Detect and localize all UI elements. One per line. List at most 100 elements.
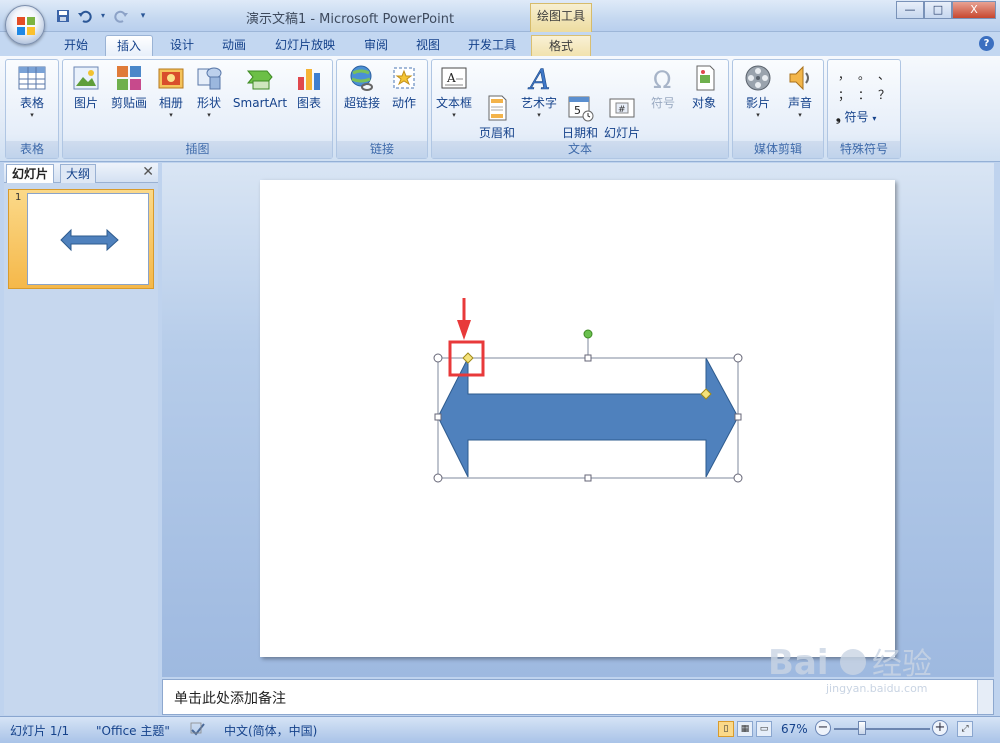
chart-icon: [294, 63, 324, 93]
group-label-links: 链接: [337, 141, 427, 158]
textbox-button[interactable]: A 文本框 ▾: [434, 63, 474, 120]
zoom-in-button[interactable]: +: [932, 720, 948, 736]
chart-label: 图表: [296, 96, 321, 110]
resize-handle-top-left[interactable]: [433, 353, 443, 363]
special-symbol-button[interactable]: ❟ 符号 ▾: [836, 108, 876, 125]
picture-icon: [71, 63, 101, 93]
zoom-out-button[interactable]: −: [815, 720, 831, 736]
slide-number-icon: #: [607, 78, 637, 118]
resize-handle-top[interactable]: [584, 354, 592, 362]
omega-icon: Ω: [648, 63, 678, 94]
zoom-slider-thumb[interactable]: [858, 721, 866, 735]
table-button[interactable]: 表格 ▾: [12, 63, 52, 120]
thumbnail-arrow-shape: [60, 228, 119, 252]
tab-outline[interactable]: 大纲: [60, 164, 97, 183]
notes-placeholder: 单击此处添加备注: [174, 691, 286, 707]
slide-shapes: [433, 298, 743, 483]
notes-scrollbar[interactable]: [977, 680, 993, 714]
baidu-watermark-logo: Bai 经验 jingyan.baidu.com: [768, 634, 978, 695]
action-icon: [389, 63, 419, 93]
zoom-slider-track[interactable]: [834, 728, 930, 730]
group-links: 超链接 动作 链接: [336, 59, 428, 159]
svg-text:5: 5: [574, 104, 581, 117]
minimize-button[interactable]: —: [896, 1, 924, 19]
hyperlink-button[interactable]: 超链接: [341, 63, 383, 111]
symbol-question[interactable]: ？: [878, 86, 890, 103]
symbol-colon[interactable]: ：: [858, 86, 870, 103]
maximize-button[interactable]: □: [924, 1, 952, 19]
wordart-label: 艺术字: [520, 96, 557, 110]
slideshow-view-button[interactable]: ▭: [756, 721, 772, 737]
object-button[interactable]: 对象: [684, 63, 724, 111]
symbol-period[interactable]: 。: [858, 66, 870, 83]
fit-to-window-button[interactable]: ⤢: [957, 721, 973, 737]
table-label: 表格: [19, 96, 44, 110]
group-label-media: 媒体剪辑: [733, 141, 823, 158]
sound-label: 声音: [787, 96, 812, 110]
object-label: 对象: [691, 96, 716, 110]
slide[interactable]: [260, 180, 895, 657]
hyperlink-label: 超链接: [343, 96, 380, 110]
tab-slides[interactable]: 幻灯片: [6, 164, 55, 183]
symbol-semicolon[interactable]: ；: [838, 86, 850, 103]
tab-developer[interactable]: 开发工具: [460, 35, 524, 56]
wordart-button[interactable]: A 艺术字 ▾: [520, 63, 558, 120]
film-reel-icon: [743, 63, 773, 93]
tab-format[interactable]: 格式: [531, 35, 591, 56]
window-title: 演示文稿1 - Microsoft PowerPoint: [245, 12, 455, 27]
shapes-button[interactable]: 形状 ▾: [191, 63, 227, 120]
symbol-enumeration-comma[interactable]: 、: [878, 66, 890, 83]
rotation-handle[interactable]: [583, 329, 593, 339]
dropdown-arrow-icon: ▾: [30, 111, 34, 119]
movie-button[interactable]: 影片 ▾: [737, 63, 779, 120]
action-button[interactable]: 动作: [385, 63, 423, 111]
tab-animations[interactable]: 动画: [212, 35, 256, 56]
tab-slideshow[interactable]: 幻灯片放映: [266, 35, 344, 56]
chart-button[interactable]: 图表: [291, 63, 327, 111]
panel-tabs: 幻灯片 大纲 ✕: [4, 163, 158, 183]
album-button[interactable]: 相册 ▾: [153, 63, 189, 120]
svg-text:#: #: [618, 105, 626, 115]
symbol-comma[interactable]: ，: [838, 66, 850, 83]
symbol-button[interactable]: Ω 符号: [644, 63, 682, 111]
slide-thumbnail-item[interactable]: 1: [8, 189, 154, 289]
slide-sorter-view-button[interactable]: ▦: [737, 721, 753, 737]
drawing-tools-context-tab: 绘图工具: [530, 3, 592, 32]
smartart-button[interactable]: SmartArt: [231, 63, 289, 111]
tab-design[interactable]: 设计: [160, 35, 204, 56]
resize-handle-top-right[interactable]: [733, 353, 743, 363]
editing-canvas: [162, 163, 994, 677]
sound-button[interactable]: 声音 ▾: [781, 63, 819, 120]
adjustment-handle-head[interactable]: [462, 352, 474, 364]
picture-button[interactable]: 图片: [67, 63, 105, 111]
smartart-label: SmartArt: [232, 96, 288, 110]
zoom-level[interactable]: 67%: [781, 722, 808, 736]
resize-handle-bottom[interactable]: [584, 474, 592, 482]
tab-review[interactable]: 审阅: [354, 35, 398, 56]
textbox-label: 文本框: [435, 96, 472, 110]
window-controls: — □ X: [896, 1, 996, 19]
clipart-button[interactable]: 剪贴画: [107, 63, 151, 111]
photo-album-icon: [156, 63, 186, 93]
resize-handle-bottom-left[interactable]: [433, 473, 443, 483]
tab-insert[interactable]: 插入: [105, 35, 153, 56]
tab-view[interactable]: 视图: [406, 35, 450, 56]
language-indicator[interactable]: 中文(简体，中国): [224, 722, 317, 739]
tab-home[interactable]: 开始: [54, 35, 98, 56]
dropdown-arrow-icon: ▾: [169, 111, 173, 119]
resize-handle-right[interactable]: [734, 413, 742, 421]
spell-check-icon[interactable]: [190, 722, 208, 739]
hyperlink-icon: [347, 63, 377, 93]
theme-name[interactable]: "Office 主题": [96, 722, 170, 739]
slide-thumbnail[interactable]: [27, 193, 149, 285]
office-button[interactable]: [5, 5, 45, 45]
resize-handle-left[interactable]: [434, 413, 442, 421]
close-panel-icon[interactable]: ✕: [142, 164, 154, 180]
resize-handle-bottom-right[interactable]: [733, 473, 743, 483]
shapes-icon: [194, 63, 224, 93]
textbox-icon: A: [439, 63, 469, 93]
close-button[interactable]: X: [952, 1, 996, 19]
help-icon[interactable]: ?: [979, 36, 994, 51]
normal-view-button[interactable]: ▯: [718, 721, 734, 737]
ribbon: 表格 ▾ 表格 图片 剪贴画 相册 ▾ 形状 ▾ SmartArt 图表 插图 …: [0, 56, 1000, 162]
